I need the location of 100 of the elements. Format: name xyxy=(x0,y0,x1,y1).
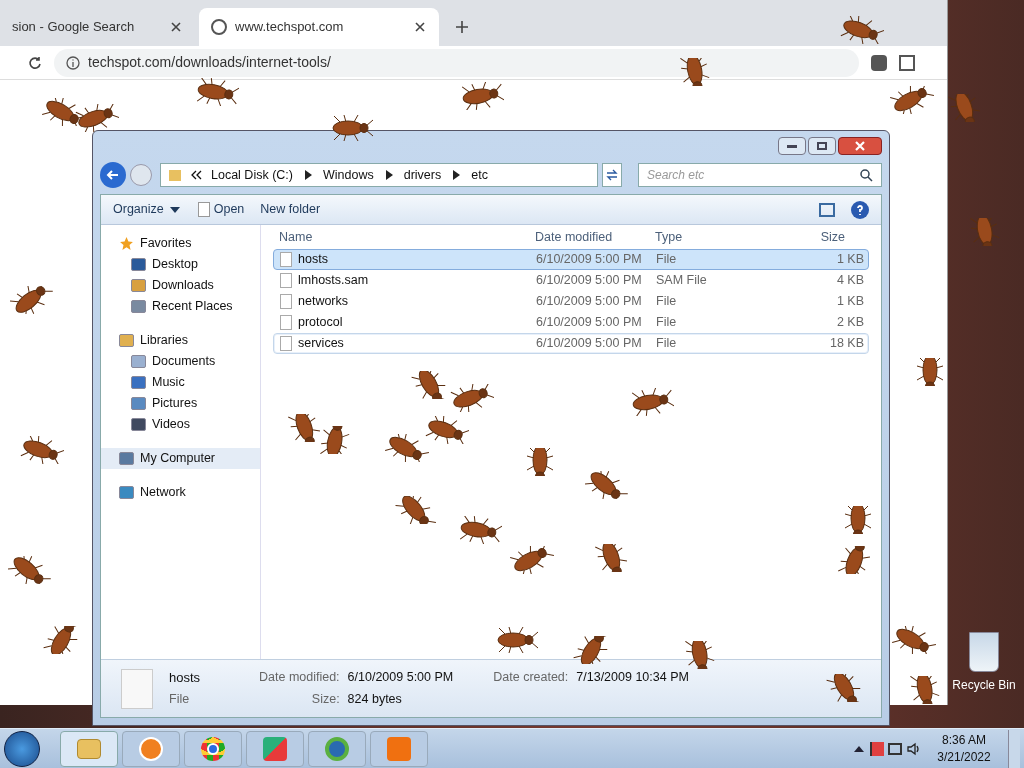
file-type: File xyxy=(169,690,191,708)
taskbar-button[interactable] xyxy=(122,730,180,767)
folder-icon xyxy=(77,738,101,759)
type-cell-text: File xyxy=(656,251,678,269)
nav-item[interactable]: Pictures xyxy=(101,393,260,414)
column-header[interactable]: Type xyxy=(655,227,755,247)
column-header[interactable]: Size xyxy=(755,227,869,247)
trash-icon[interactable] xyxy=(969,632,999,672)
taskbar-button[interactable] xyxy=(308,730,366,767)
type-cell-text: File xyxy=(656,293,678,311)
search-icon xyxy=(859,168,873,182)
nav-item[interactable]: Network xyxy=(101,482,260,503)
close-icon[interactable] xyxy=(413,20,427,34)
recent-icon xyxy=(131,300,146,313)
file-name: hosts xyxy=(169,669,202,688)
close-button[interactable] xyxy=(838,137,882,155)
close-icon xyxy=(853,139,867,153)
desktop-icon-label[interactable]: Recycle Bin xyxy=(952,676,1016,694)
toolbar-button[interactable]: Open xyxy=(197,200,245,219)
size-cell-text: 1 KB xyxy=(835,251,865,269)
chevron-icon xyxy=(189,168,203,182)
new-tab-icon[interactable] xyxy=(455,20,469,34)
toolbar-button[interactable]: Organize xyxy=(113,200,182,219)
nav-item[interactable]: Downloads xyxy=(101,275,260,296)
detail-label: Size: xyxy=(310,691,340,708)
file-row[interactable]: hosts 6/10/2009 5:00 PM File 1 KB xyxy=(273,249,869,270)
toolbar-label: Organize xyxy=(113,201,164,219)
file-name: networks xyxy=(298,293,349,311)
speaker-icon[interactable] xyxy=(906,741,920,756)
size-cell-text: 4 KB xyxy=(835,272,865,290)
folder-icon xyxy=(169,169,181,181)
refresh-icon[interactable] xyxy=(602,163,622,187)
flag-icon[interactable] xyxy=(870,741,884,756)
download-icon xyxy=(131,279,146,292)
browser-tab[interactable]: www.techspot.com xyxy=(199,8,439,46)
file-row[interactable]: networks 6/10/2009 5:00 PM File 1 KB xyxy=(273,291,869,312)
star-icon xyxy=(119,236,134,251)
file-row[interactable]: services 6/10/2009 5:00 PM File 18 KB xyxy=(273,333,869,354)
breadcrumb-item[interactable]: etc xyxy=(471,165,488,185)
taskbar-button[interactable] xyxy=(246,730,304,767)
info-icon xyxy=(66,55,80,70)
app-icon xyxy=(325,736,349,761)
app-icon xyxy=(387,736,411,761)
nav-item[interactable]: Libraries xyxy=(101,330,260,351)
toolbar-label: Open xyxy=(213,201,245,219)
reload-icon[interactable] xyxy=(28,55,42,70)
tab-title: www.techspot.com xyxy=(235,18,345,37)
toolbar-button[interactable]: New folder xyxy=(260,200,321,219)
back-button[interactable] xyxy=(100,162,126,188)
size-cell-text: 18 KB xyxy=(828,335,865,353)
browser-tab[interactable]: sion - Google Search xyxy=(0,8,195,46)
maximize-button[interactable] xyxy=(808,137,836,155)
file-name: protocol xyxy=(298,314,343,332)
document-icon xyxy=(131,355,146,368)
help-icon[interactable] xyxy=(851,200,869,219)
taskbar-button[interactable] xyxy=(60,730,118,767)
nav-item[interactable]: Videos xyxy=(101,414,260,435)
computer-icon xyxy=(119,452,134,465)
breadcrumb-item[interactable]: Local Disk (C:) xyxy=(211,165,293,185)
preview-pane-icon[interactable] xyxy=(819,202,835,217)
address-bar[interactable]: techspot.com/downloads/internet-tools/ xyxy=(54,48,859,77)
library-icon xyxy=(119,334,134,347)
file-icon xyxy=(280,273,292,288)
file-icon xyxy=(280,294,292,309)
column-header[interactable]: Date modified xyxy=(535,227,655,247)
nav-item[interactable]: Recent Places xyxy=(101,296,260,317)
arrow-icon xyxy=(106,168,120,182)
date-cell-text: 6/10/2009 5:00 PM xyxy=(536,314,643,332)
picture-icon xyxy=(131,397,146,410)
date-cell-text: 6/10/2009 5:00 PM xyxy=(536,293,643,311)
date-cell-text: 6/10/2009 5:00 PM xyxy=(536,335,643,353)
detail-label: Date modified: xyxy=(259,669,340,687)
file-icon xyxy=(280,315,292,330)
file-icon xyxy=(280,336,292,351)
start-button[interactable] xyxy=(4,730,40,767)
nav-item[interactable]: Favorites xyxy=(101,233,260,254)
taskbar-button[interactable] xyxy=(184,730,242,767)
breadcrumb-item[interactable]: Windows xyxy=(322,165,374,185)
file-row[interactable]: protocol 6/10/2009 5:00 PM File 2 KB xyxy=(273,312,869,333)
minimize-button[interactable] xyxy=(778,137,806,155)
music-icon xyxy=(131,376,146,389)
file-row[interactable]: lmhosts.sam 6/10/2009 5:00 PM SAM File 4 KB xyxy=(273,270,869,291)
url-text: techspot.com/downloads/internet-tools/ xyxy=(88,53,331,72)
date-cell-text: 6/10/2009 5:00 PM xyxy=(536,251,643,269)
nav-item[interactable]: Documents xyxy=(101,351,260,372)
size-cell-text: 1 KB xyxy=(835,293,865,311)
type-cell-text: SAM File xyxy=(656,272,708,290)
close-icon[interactable] xyxy=(169,20,183,34)
type-cell-text: File xyxy=(656,314,678,332)
nav-item[interactable]: Music xyxy=(101,372,260,393)
nav-item[interactable]: My Computer xyxy=(101,448,260,469)
address-bar[interactable]: Local Disk (C:) Windows drivers etc xyxy=(160,163,598,187)
column-header[interactable]: Name xyxy=(273,227,535,247)
clock[interactable]: 8:36 AM 3/21/2022 xyxy=(924,731,1004,766)
search-placeholder: Search etc xyxy=(647,167,705,184)
nav-item[interactable]: Desktop xyxy=(101,254,260,275)
video-icon xyxy=(131,418,146,431)
size-cell-text: 2 KB xyxy=(835,314,865,332)
globe-icon xyxy=(211,19,227,35)
breadcrumb-item[interactable]: drivers xyxy=(403,165,442,185)
